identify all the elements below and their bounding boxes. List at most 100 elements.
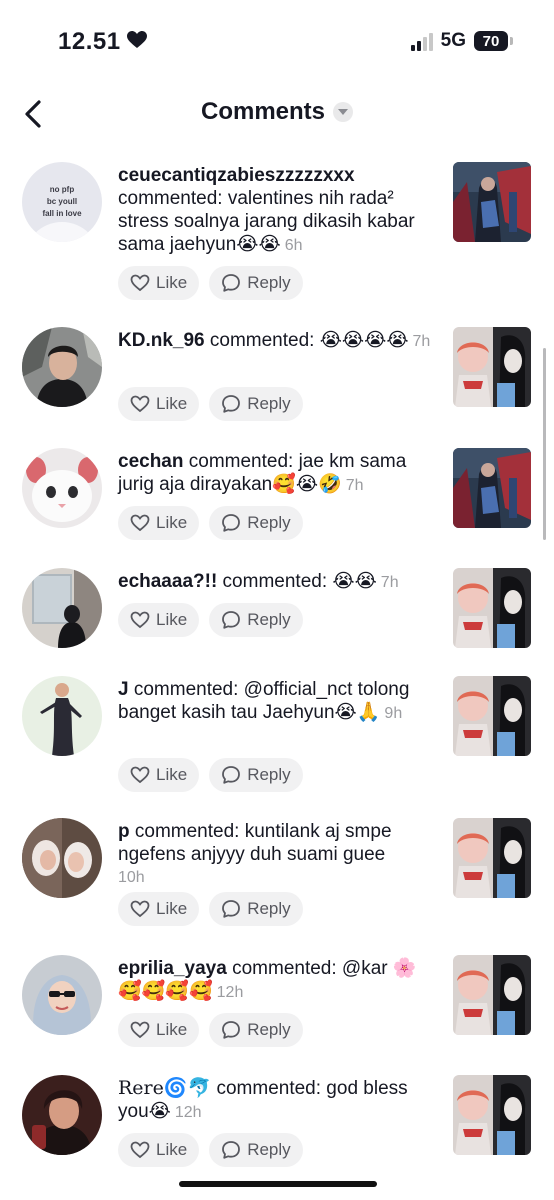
video-thumbnail[interactable] bbox=[453, 955, 531, 1035]
avatar[interactable] bbox=[22, 448, 102, 528]
comment-username[interactable]: KD.nk_96 bbox=[118, 330, 205, 351]
battery-icon: 70 bbox=[474, 31, 513, 51]
like-label: Like bbox=[156, 765, 188, 784]
heart-outline-icon bbox=[130, 514, 150, 532]
video-thumbnail[interactable] bbox=[453, 327, 531, 407]
reply-button[interactable]: Reply bbox=[209, 1013, 303, 1047]
heart-outline-icon bbox=[130, 766, 150, 784]
status-time-text: 12.51 bbox=[58, 28, 121, 55]
like-label: Like bbox=[156, 1020, 188, 1039]
like-label: Like bbox=[156, 394, 188, 413]
comment-time: 10h bbox=[118, 869, 145, 886]
like-label: Like bbox=[156, 273, 188, 292]
like-button[interactable]: Like bbox=[118, 892, 200, 926]
like-button[interactable]: Like bbox=[118, 603, 200, 637]
reply-label: Reply bbox=[247, 765, 291, 784]
like-button[interactable]: Like bbox=[118, 387, 200, 421]
reply-bubble-icon bbox=[222, 514, 241, 532]
video-thumbnail[interactable] bbox=[453, 818, 531, 898]
comment-body: cechan commented: jae km sama jurig aja … bbox=[118, 450, 438, 497]
video-thumbnail[interactable] bbox=[453, 162, 531, 242]
comment-username[interactable]: echaaaa?!! bbox=[118, 571, 217, 592]
status-indicators: 5G 70 bbox=[410, 30, 513, 52]
video-thumbnail[interactable] bbox=[453, 676, 531, 756]
comment-time: 9h bbox=[384, 705, 403, 722]
comment-username[interactable]: J bbox=[118, 679, 129, 700]
heart-outline-icon bbox=[130, 611, 150, 629]
comment-text: commented: @official_nct tolong banget k… bbox=[118, 679, 410, 723]
reply-bubble-icon bbox=[222, 1021, 241, 1039]
reply-bubble-icon bbox=[222, 274, 241, 292]
avatar[interactable]: no pfp bc youll fall in love bbox=[22, 162, 102, 242]
video-thumbnail[interactable] bbox=[453, 448, 531, 528]
home-indicator[interactable] bbox=[179, 1181, 377, 1187]
reply-bubble-icon bbox=[222, 1141, 241, 1159]
heart-outline-icon bbox=[130, 395, 150, 413]
like-label: Like bbox=[156, 899, 188, 918]
reply-bubble-icon bbox=[222, 611, 241, 629]
reply-button[interactable]: Reply bbox=[209, 603, 303, 637]
like-button[interactable]: Like bbox=[118, 758, 200, 792]
avatar[interactable] bbox=[22, 818, 102, 898]
comment-time: 7h bbox=[412, 333, 431, 350]
heart-outline-icon bbox=[130, 1141, 150, 1159]
comment-body: p commented: kuntilank aj smpe ngefens a… bbox=[118, 820, 438, 889]
avatar[interactable] bbox=[22, 1075, 102, 1155]
like-button[interactable]: Like bbox=[118, 266, 200, 300]
reply-button[interactable]: Reply bbox=[209, 387, 303, 421]
comment-text: commented: valentines nih rada² stress s… bbox=[118, 188, 415, 255]
comment-time: 12h bbox=[174, 1104, 202, 1121]
heart-icon bbox=[126, 31, 147, 53]
reply-bubble-icon bbox=[222, 395, 241, 413]
comment-body: ceuecantiqzabieszzzzzxxx commented: vale… bbox=[118, 164, 438, 257]
status-time: 12.51 bbox=[58, 28, 147, 56]
like-button[interactable]: Like bbox=[118, 1133, 200, 1167]
like-label: Like bbox=[156, 513, 188, 532]
network-label: 5G bbox=[440, 30, 466, 51]
reply-label: Reply bbox=[247, 1020, 291, 1039]
battery-level: 70 bbox=[482, 32, 500, 50]
heart-outline-icon bbox=[130, 900, 150, 918]
like-button[interactable]: Like bbox=[118, 506, 200, 540]
comment-body: J commented: @official_nct tolong banget… bbox=[118, 678, 438, 725]
reply-button[interactable]: Reply bbox=[209, 1133, 303, 1167]
comment-time: 12h bbox=[216, 984, 244, 1001]
reply-button[interactable]: Reply bbox=[209, 758, 303, 792]
comment-username[interactable]: eprilia_yaya bbox=[118, 958, 227, 979]
comment-username[interactable]: ceuecantiqzabieszzzzzxxx bbox=[118, 165, 355, 186]
comment-text: commented: 😭😭😭😭 bbox=[204, 330, 409, 351]
heart-outline-icon bbox=[130, 274, 150, 292]
avatar[interactable] bbox=[22, 568, 102, 648]
avatar[interactable] bbox=[22, 676, 102, 756]
page-title: Comments bbox=[200, 98, 326, 125]
comment-username[interactable]: cechan bbox=[118, 451, 183, 472]
reply-button[interactable]: Reply bbox=[209, 266, 303, 300]
comment-text: commented: 😭😭 bbox=[217, 571, 377, 592]
comment-text: commented: kuntilank aj smpe ngefens anj… bbox=[118, 821, 392, 865]
comment-time: 7h bbox=[380, 574, 399, 591]
comment-username[interactable]: Rere🌀🐬 bbox=[118, 1077, 211, 1099]
like-button[interactable]: Like bbox=[118, 1013, 200, 1047]
svg-text:bc youll: bc youll bbox=[47, 197, 77, 206]
heart-outline-icon bbox=[130, 1021, 150, 1039]
comment-body: Rere🌀🐬 commented: god bless you😭 12h bbox=[118, 1077, 438, 1124]
reply-label: Reply bbox=[247, 899, 291, 918]
video-thumbnail[interactable] bbox=[453, 568, 531, 648]
like-label: Like bbox=[156, 1140, 188, 1159]
reply-button[interactable]: Reply bbox=[209, 892, 303, 926]
sort-dropdown-button[interactable] bbox=[333, 102, 354, 122]
like-label: Like bbox=[156, 610, 188, 629]
status-bar: 12.51 5G 70 bbox=[0, 0, 554, 84]
signal-icon bbox=[410, 31, 433, 51]
svg-text:no pfp: no pfp bbox=[50, 185, 75, 194]
reply-button[interactable]: Reply bbox=[209, 506, 303, 540]
video-thumbnail[interactable] bbox=[453, 1075, 531, 1155]
comment-username[interactable]: p bbox=[118, 821, 130, 842]
reply-label: Reply bbox=[247, 1140, 291, 1159]
comment-body: echaaaa?!! commented: 😭😭 7h bbox=[118, 570, 438, 594]
avatar[interactable] bbox=[22, 327, 102, 407]
avatar[interactable] bbox=[22, 955, 102, 1035]
caret-down-icon bbox=[338, 108, 349, 115]
scrollbar[interactable] bbox=[543, 348, 546, 540]
reply-label: Reply bbox=[247, 513, 291, 532]
